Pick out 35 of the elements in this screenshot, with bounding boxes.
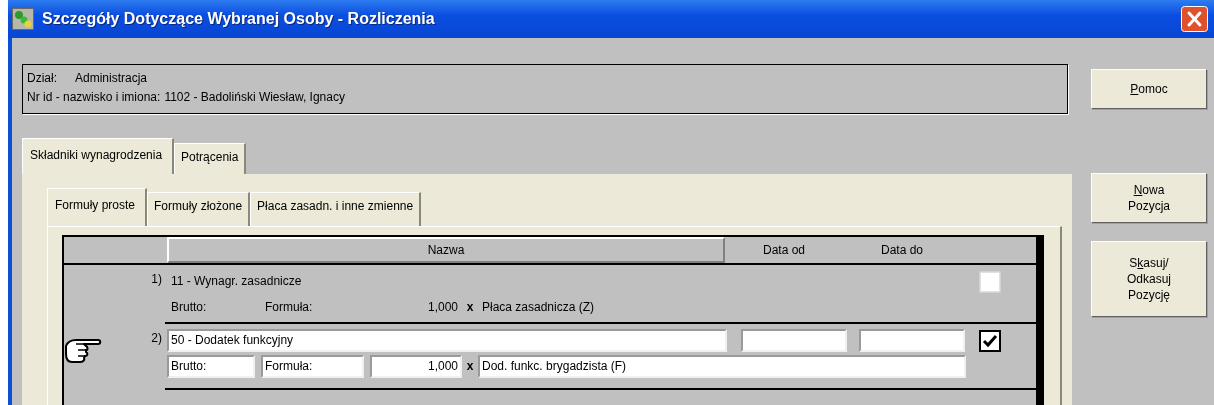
- column-header: Data od: [762, 242, 806, 259]
- window-title: Szczegóły Dotyczące Wybranej Osoby - Rozliczenia: [42, 10, 436, 28]
- tab[interactable]: Płaca zasadn. i inne zmienne: [250, 192, 422, 226]
- gross-label: Brutto:: [167, 354, 255, 378]
- column-header: Nazwa: [167, 237, 725, 263]
- formula-field: Płaca zasadnicza (Z): [478, 297, 966, 317]
- name-field: 11 - Wynagr. zasadnicze: [167, 271, 727, 291]
- tab[interactable]: Formuły proste: [47, 188, 148, 226]
- department-value: Administracja: [75, 70, 148, 87]
- column-header: Data do: [880, 242, 924, 259]
- date-to-field[interactable]: [859, 328, 965, 352]
- row-number: 1): [150, 271, 162, 288]
- date-from-field[interactable]: [741, 328, 847, 352]
- formula-field[interactable]: Dod. funkc. brygadzista (F): [478, 354, 966, 378]
- tab[interactable]: Składniki wynagrodzenia: [22, 138, 175, 174]
- tab[interactable]: Potrącenia: [174, 143, 247, 174]
- factor-field: 1,000: [370, 297, 462, 317]
- person-value: 1102 - Badoliński Wiesław, Ignacy: [164, 89, 345, 106]
- close-button[interactable]: [1181, 6, 1208, 32]
- formula-label: Formuła:: [264, 299, 314, 316]
- tab[interactable]: Formuły złożone: [147, 192, 251, 226]
- row-number: 2): [150, 330, 162, 347]
- department-label: Dział:: [27, 70, 58, 87]
- factor-field[interactable]: 1,000: [370, 354, 462, 378]
- action-button[interactable]: Pomoc: [1091, 69, 1207, 109]
- app-icon: [12, 8, 34, 30]
- action-button[interactable]: Nowa Pozycja: [1091, 173, 1207, 223]
- action-button[interactable]: Skasuj/ Odkasuj Pozycję: [1091, 241, 1207, 317]
- name-field[interactable]: 50 - Dodatek funkcyjny: [167, 328, 727, 352]
- formula-label: Formuła:: [261, 354, 364, 378]
- checkbox[interactable]: [979, 330, 1001, 352]
- person-label: Nr id - nazwisko i imiona:: [27, 89, 161, 106]
- multiply-sign: x: [465, 359, 475, 373]
- multiply-sign: x: [465, 300, 475, 314]
- gross-label: Brutto:: [170, 299, 208, 316]
